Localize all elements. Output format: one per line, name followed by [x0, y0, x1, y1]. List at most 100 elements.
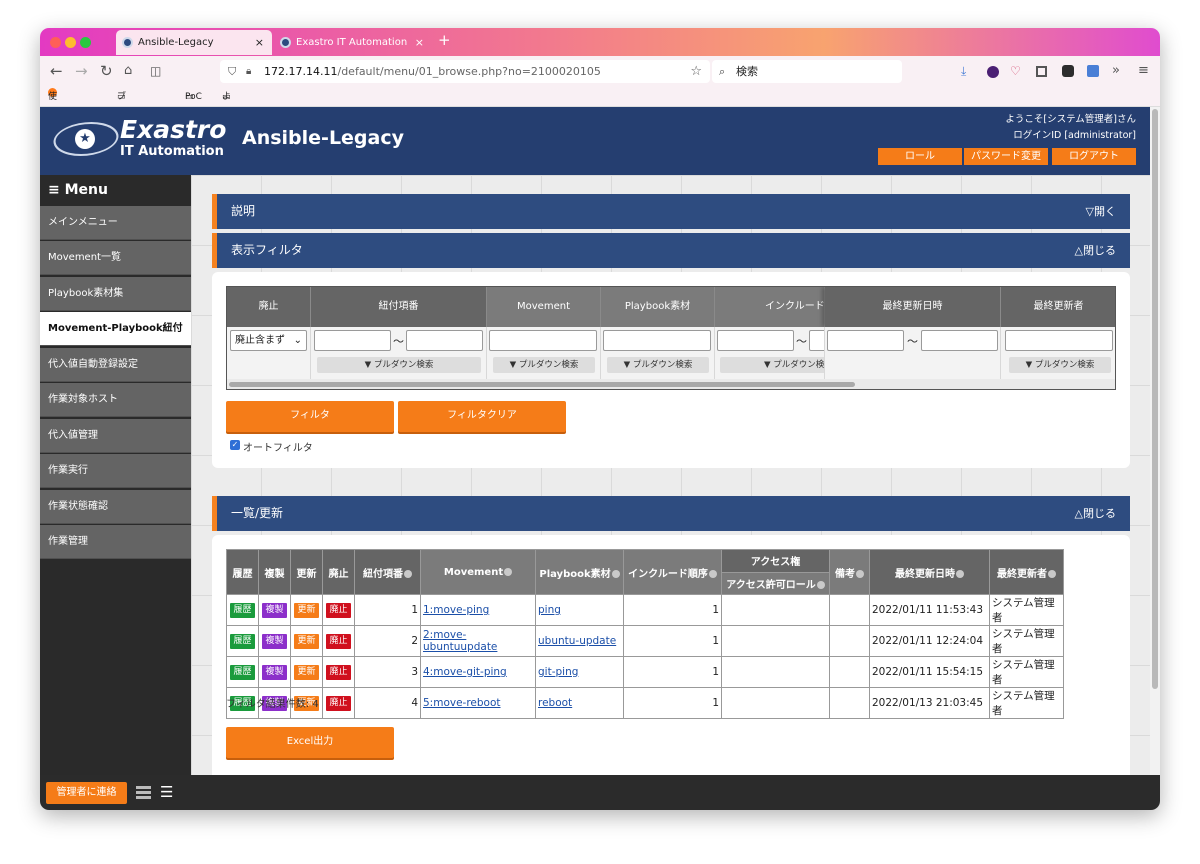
close-tab-icon[interactable]: ×	[415, 30, 424, 55]
movement-link[interactable]: 1:move-ping	[423, 604, 489, 616]
link-no-to-input[interactable]	[406, 330, 483, 351]
col-updater[interactable]: 最終更新者	[989, 549, 1064, 595]
shield-icon: ⛉	[228, 65, 237, 78]
filter-table-scrollbar[interactable]	[227, 379, 1115, 389]
close-window-button[interactable]	[50, 37, 61, 48]
disuse-button[interactable]: 廃止	[326, 695, 351, 711]
movement-link[interactable]: 2:move-ubuntuupdate	[423, 629, 497, 653]
include-pulldown-button[interactable]: ▼ プルダウン検索	[720, 357, 824, 373]
playbook-link[interactable]: ping	[538, 604, 561, 616]
close-tab-icon[interactable]: ×	[255, 30, 264, 55]
sidebar-item-main-menu[interactable]: メインメニュー	[40, 206, 191, 240]
filter-section-header[interactable]: 表示フィルタ △閉じる	[212, 233, 1130, 268]
col-note[interactable]: 備考	[829, 549, 870, 595]
disuse-button[interactable]: 廃止	[326, 633, 351, 649]
list-toggle[interactable]: △閉じる	[1075, 496, 1116, 531]
sidebar-item-target-hosts[interactable]: 作業対象ホスト	[40, 383, 191, 417]
bookmark-star-icon[interactable]: ☆	[690, 60, 702, 83]
sidebar-item-execute[interactable]: 作業実行	[40, 454, 191, 488]
playbook-link[interactable]: reboot	[538, 697, 572, 709]
movement-filter-input[interactable]	[489, 330, 597, 351]
col-link-no[interactable]: 紐付項番	[354, 549, 421, 595]
sidebar-item-playbook-collection[interactable]: Playbook素材集	[40, 277, 191, 311]
duplicate-button[interactable]: 複製	[262, 633, 287, 649]
tab-ansible-legacy[interactable]: Ansible-Legacy ×	[116, 30, 272, 55]
updated-to-input[interactable]	[921, 330, 998, 351]
pocket-icon[interactable]: ♡	[1010, 62, 1021, 80]
contact-admin-button[interactable]: 管理者に連絡	[46, 782, 127, 804]
zoom-window-button[interactable]	[80, 37, 91, 48]
back-icon[interactable]: ←	[50, 62, 63, 80]
update-button[interactable]: 更新	[294, 664, 319, 680]
autofilter-checkbox[interactable]: ✓	[230, 440, 240, 450]
col-include-order[interactable]: インクルード順序	[623, 549, 722, 595]
hamburger-menu-icon[interactable]: ≡	[1138, 62, 1149, 80]
layout-list-icon[interactable]: ☰	[160, 784, 173, 800]
translate-icon[interactable]	[1087, 65, 1099, 77]
playbook-filter-input[interactable]	[603, 330, 711, 351]
extension-ninja-icon[interactable]	[1062, 65, 1074, 77]
sidebar-item-job-management[interactable]: 作業管理	[40, 525, 191, 559]
extension-y-icon[interactable]	[987, 66, 999, 78]
new-tab-button[interactable]: +	[438, 31, 451, 49]
filter-button[interactable]: フィルタ	[226, 401, 394, 432]
role-button[interactable]: ロール	[878, 148, 962, 165]
include-to-input[interactable]	[809, 330, 824, 351]
col-playbook[interactable]: Playbook素材	[535, 549, 624, 595]
updater-pulldown-button[interactable]: ▼ プルダウン検索	[1009, 357, 1111, 373]
sidebar-menu-header[interactable]: ≡ Menu	[40, 175, 191, 206]
layout-compact-icon[interactable]	[136, 786, 151, 799]
disuse-button[interactable]: 廃止	[326, 602, 351, 618]
disuse-button[interactable]: 廃止	[326, 664, 351, 680]
movement-link[interactable]: 5:move-reboot	[423, 697, 501, 709]
updater-filter-input[interactable]	[1005, 330, 1113, 351]
reload-icon[interactable]: ↻	[100, 62, 113, 80]
disuse-select[interactable]: 廃止含まず ⌄	[230, 330, 307, 351]
sidebar-item-auto-registration[interactable]: 代入値自動登録設定	[40, 348, 191, 382]
excel-export-button[interactable]: Excel出力	[226, 727, 394, 758]
download-icon[interactable]: ⤓	[961, 62, 966, 80]
movement-pulldown-button[interactable]: ▼ プルダウン検索	[493, 357, 595, 373]
filter-clear-button[interactable]: フィルタクリア	[398, 401, 566, 432]
duplicate-button[interactable]: 複製	[262, 602, 287, 618]
overflow-chevron-icon[interactable]: »	[1112, 62, 1120, 80]
sidebar-item-movement-playbook-link[interactable]: Movement-Playbook紐付	[40, 312, 191, 346]
filter-toggle[interactable]: △閉じる	[1075, 233, 1116, 268]
search-input[interactable]: ⌕ 検索	[712, 60, 902, 83]
include-from-input[interactable]	[717, 330, 794, 351]
sidebar-toggle-icon[interactable]: ◫	[150, 62, 161, 80]
link-no-from-input[interactable]	[314, 330, 391, 351]
forward-icon[interactable]: →	[75, 62, 88, 80]
updated-from-input[interactable]	[827, 330, 904, 351]
duplicate-button[interactable]: 複製	[262, 664, 287, 680]
change-password-button[interactable]: パスワード変更	[964, 148, 1048, 165]
address-bar[interactable]: ⛉ 🔒︎ 172.17.14.11/default/menu/01_browse…	[220, 60, 710, 83]
history-button[interactable]: 履歴	[230, 633, 255, 649]
home-icon[interactable]: ⌂	[124, 62, 132, 80]
description-section-header[interactable]: 説明 ▽開く	[212, 194, 1130, 229]
update-button[interactable]: 更新	[294, 602, 319, 618]
history-button[interactable]: 履歴	[230, 664, 255, 680]
list-section-header[interactable]: 一覧/更新 △閉じる	[212, 496, 1130, 531]
tab-exastro-it-automation[interactable]: Exastro IT Automation ×	[274, 30, 432, 55]
link-no-pulldown-button[interactable]: ▼ プルダウン検索	[317, 357, 481, 373]
sidebar-item-movement-list[interactable]: Movement一覧	[40, 241, 191, 275]
reader-icon[interactable]	[1036, 66, 1047, 77]
sidebar-item-substitution-values[interactable]: 代入値管理	[40, 419, 191, 453]
playbook-link[interactable]: git-ping	[538, 666, 578, 678]
description-toggle[interactable]: ▽開く	[1086, 194, 1116, 229]
scrollbar-thumb[interactable]	[229, 382, 855, 387]
movement-link[interactable]: 4:move-git-ping	[423, 666, 507, 678]
playbook-pulldown-button[interactable]: ▼ プルダウン検索	[607, 357, 709, 373]
history-button[interactable]: 履歴	[230, 602, 255, 618]
col-access-role[interactable]: アクセス許可ロール	[721, 571, 830, 595]
page-scrollbar[interactable]	[1150, 107, 1160, 775]
col-updated[interactable]: 最終更新日時	[869, 549, 990, 595]
col-movement[interactable]: Movement	[420, 549, 536, 595]
scrollbar-thumb[interactable]	[1152, 109, 1158, 689]
logout-button[interactable]: ログアウト	[1052, 148, 1136, 165]
sidebar-item-status-check[interactable]: 作業状態確認	[40, 490, 191, 524]
update-button[interactable]: 更新	[294, 633, 319, 649]
playbook-link[interactable]: ubuntu-update	[538, 635, 616, 647]
minimize-window-button[interactable]	[65, 37, 76, 48]
